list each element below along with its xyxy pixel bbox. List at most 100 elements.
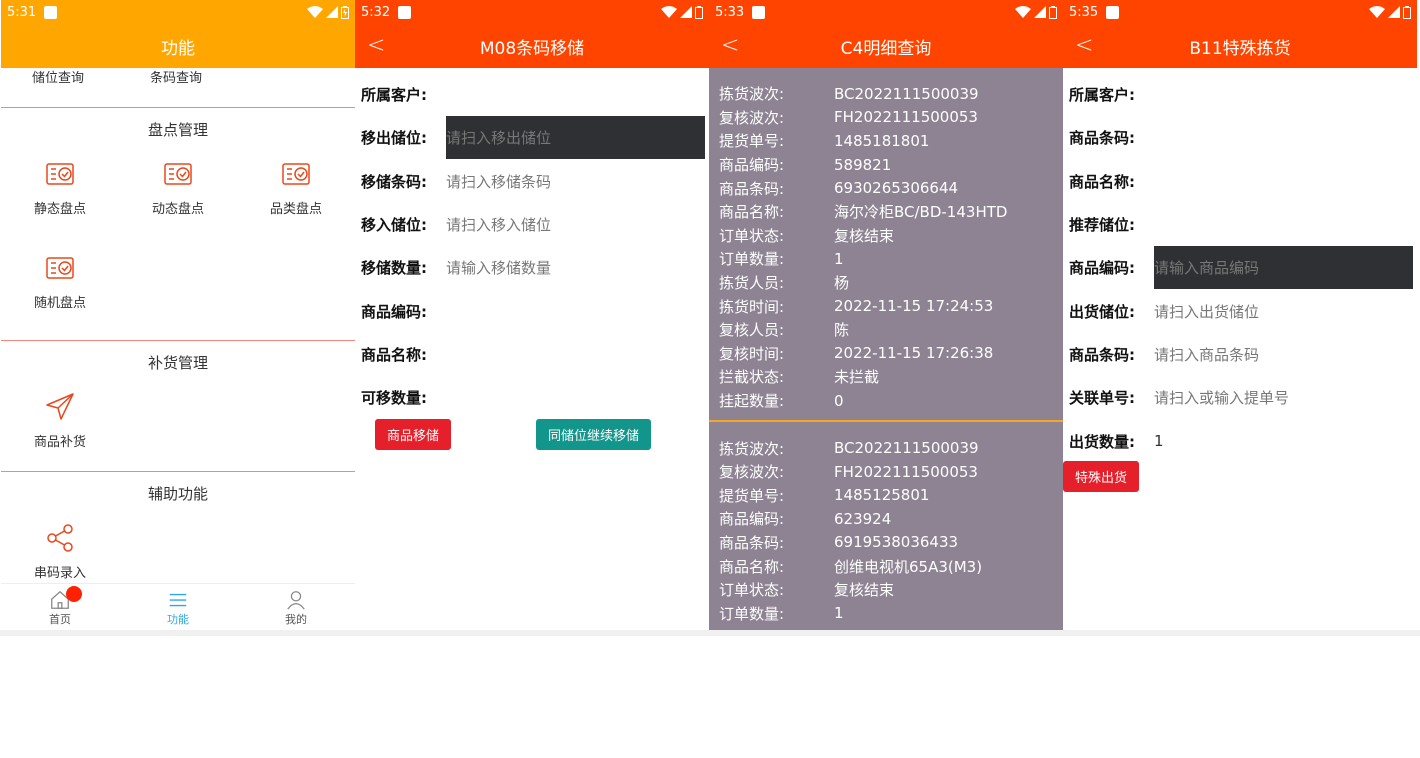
detail-key: 商品编码: [719, 510, 785, 529]
detail-value: 未拦截 [834, 368, 880, 387]
transfer-barcode-input[interactable]: 请扫入移储条码 [446, 160, 709, 203]
wifi-icon [1369, 6, 1385, 18]
form-row: 推荐储位: [1063, 203, 1417, 246]
product-barcode-input[interactable]: 请扫入商品条码 [1154, 333, 1417, 376]
detail-key: 拣货波次: [719, 85, 785, 104]
target-location-input[interactable]: 请扫入移入储位 [446, 203, 709, 246]
detail-value: 陈 [834, 321, 850, 340]
detail-line: 提货单号: 1485125801 [719, 484, 1053, 508]
status-time: 5:35 [1069, 4, 1099, 20]
detail-value: FH2022111500053 [834, 462, 978, 481]
tab-function[interactable]: 功能 [119, 584, 237, 631]
notification-icon [1106, 5, 1120, 19]
form-row: 出货数量: 1 [1063, 419, 1417, 462]
product-code-input[interactable]: 请输入商品编码 [1154, 246, 1413, 290]
checklist-icon [164, 163, 192, 185]
detail-value: 0 [834, 391, 844, 410]
transfer-qty-input[interactable]: 请输入移储数量 [446, 246, 709, 289]
detail-key: 订单数量: [719, 604, 785, 623]
bottom-strip [0, 630, 1420, 636]
back-icon[interactable]: < [721, 33, 739, 58]
wifi-icon [661, 6, 677, 18]
detail-value: 创维电视机65A3(M3) [834, 557, 983, 576]
detail-key: 挂起数量: [719, 392, 785, 411]
header: 功能 [1, 24, 355, 68]
form-row: 商品名称: [355, 333, 709, 376]
status-bar: 5:35 [1063, 0, 1417, 24]
detail-key: 拣货波次: [719, 439, 785, 458]
detail-value: 杨 [834, 274, 850, 293]
special-picking-screen: 5:35 < B11特殊拣货 所属客户: 商品条码: 商品名称: 推荐储位: 商… [1063, 0, 1417, 631]
section-title-replenish: 补货管理 [147, 354, 208, 372]
battery-icon [695, 5, 703, 19]
detail-value: 6930265306644 [834, 179, 959, 198]
detail-key: 商品名称: [719, 557, 785, 576]
button-row: 商品移储 同储位继续移储 [355, 419, 709, 453]
continue-transfer-button[interactable]: 同储位继续移储 [536, 419, 652, 451]
button-row: 特殊出货 [1063, 460, 1417, 497]
header: < C4明细查询 [709, 24, 1063, 68]
field-label: 移储数量: [361, 259, 427, 278]
recommended-location-value [1154, 203, 1417, 246]
replenish-grid: 商品补货 [1, 385, 355, 471]
detail-key: 商品名称: [719, 203, 785, 222]
status-time: 5:32 [361, 4, 391, 20]
detail-line: 订单数量: 1 [719, 601, 1053, 625]
status-bar: 5:33 [709, 0, 1063, 24]
related-order-input[interactable]: 请扫入或输入提单号 [1154, 376, 1417, 419]
transfer-button[interactable]: 商品移储 [375, 419, 452, 451]
top-links: 储位查询 条码查询 [1, 68, 355, 108]
field-label: 出货数量: [1069, 432, 1135, 451]
page-title: M08条码移储 [479, 38, 585, 59]
special-ship-button[interactable]: 特殊出货 [1063, 460, 1140, 492]
product-name-value [446, 333, 709, 376]
outbound-location-input[interactable]: 请扫入出货储位 [1154, 290, 1417, 333]
detail-line: 复核波次: FH2022111500053 [719, 460, 1053, 484]
detail-value: 1485125801 [834, 486, 930, 505]
form-row: 商品条码: [1063, 116, 1417, 159]
signal-icon [1388, 6, 1400, 18]
detail-value: 1 [834, 604, 844, 623]
detail-key: 提货单号: [719, 486, 785, 505]
link-barcode-query[interactable]: 条码查询 [150, 67, 202, 86]
customer-value [1154, 73, 1417, 116]
item-label: 品类盘点 [269, 202, 322, 217]
available-qty-value [446, 376, 709, 419]
item-label: 商品补货 [33, 435, 86, 450]
status-icons [1369, 5, 1411, 19]
field-label: 商品编码: [1069, 259, 1135, 278]
tab-mine[interactable]: 我的 [237, 584, 355, 631]
detail-value: 海尔冷柜BC/BD-143HTD [834, 203, 1008, 222]
outbound-qty-value[interactable]: 1 [1154, 420, 1417, 463]
wifi-icon [1015, 6, 1031, 18]
form-row: 关联单号: 请扫入或输入提单号 [1063, 376, 1417, 419]
replenish-item[interactable]: 商品补货 [1, 385, 119, 471]
field-label: 出货储位: [1069, 302, 1135, 321]
detail-line: 订单数量: 1 [719, 247, 1053, 271]
status-icons [1015, 5, 1057, 19]
link-storage-query[interactable]: 储位查询 [32, 67, 84, 86]
back-icon[interactable]: < [367, 33, 385, 58]
page-title: C4明细查询 [840, 38, 932, 59]
detail-line: 挂起数量: 0 [719, 389, 1053, 413]
back-icon[interactable]: < [1075, 33, 1093, 58]
tab-home[interactable]: 首页 [1, 584, 119, 631]
section-title-inventory: 盘点管理 [147, 121, 208, 139]
field-label: 所属客户: [1069, 86, 1135, 105]
static-count-item[interactable]: 静态盘点 [1, 152, 119, 246]
customer-value [446, 73, 709, 116]
detail-key: 复核人员: [719, 321, 785, 340]
page-title: B11特殊拣货 [1189, 38, 1291, 59]
header: < B11特殊拣货 [1063, 24, 1417, 68]
dynamic-count-item[interactable]: 动态盘点 [119, 152, 237, 246]
detail-key: 拣货时间: [719, 297, 785, 316]
source-location-input[interactable]: 请扫入移出储位 [446, 116, 705, 160]
user-icon [287, 590, 305, 610]
form-row: 商品条码: 请扫入商品条码 [1063, 333, 1417, 376]
random-count-item[interactable]: 随机盘点 [1, 246, 119, 340]
detail-line: 商品条码: 6919538036433 [719, 531, 1053, 555]
barcode-value [1154, 116, 1417, 159]
detail-value: 589821 [834, 155, 892, 174]
category-count-item[interactable]: 品类盘点 [237, 152, 355, 246]
field-label: 所属客户: [361, 86, 427, 105]
